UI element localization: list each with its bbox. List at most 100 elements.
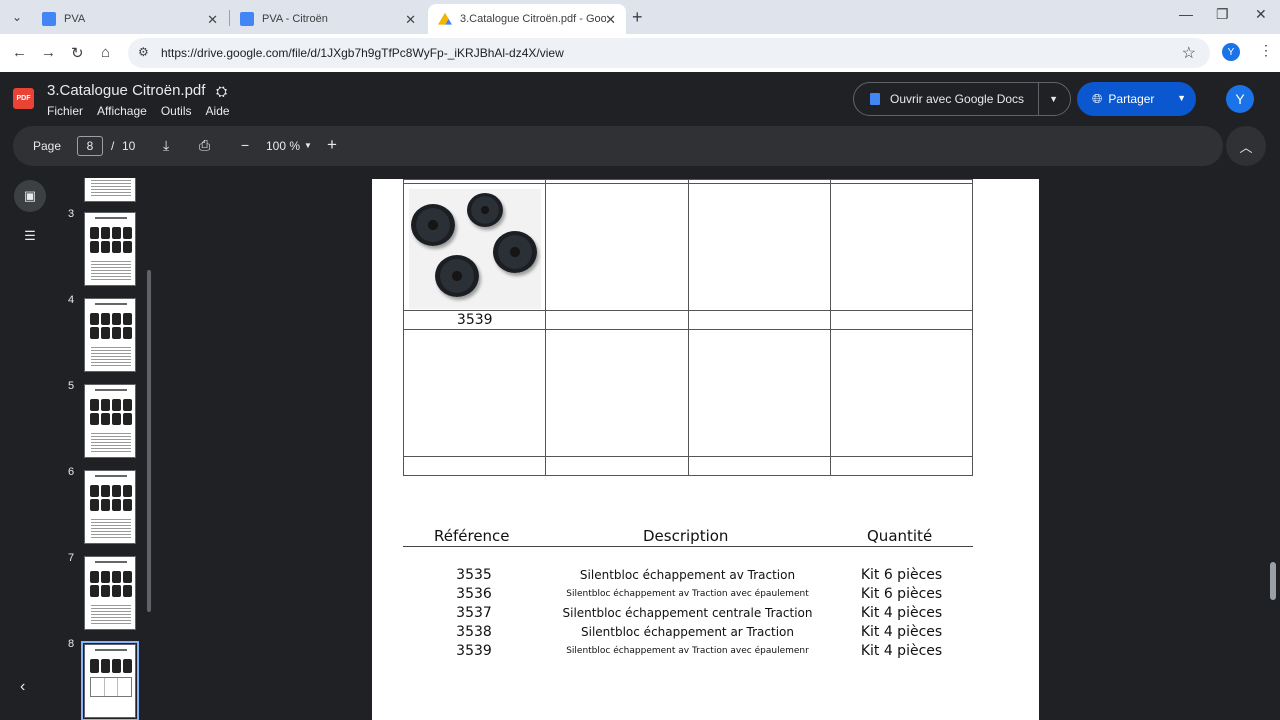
new-tab-icon[interactable]: + (632, 7, 643, 28)
page-thumbnail[interactable] (84, 384, 136, 458)
minimize-icon[interactable]: — (1179, 6, 1193, 22)
menu-fichier[interactable]: Fichier (47, 104, 83, 118)
reference-table: Référence Description Quantité 3535 Sile… (403, 527, 973, 660)
header-quantite: Quantité (867, 527, 933, 545)
url-text[interactable]: https://drive.google.com/file/d/1JXgb7h9… (161, 46, 564, 60)
thumbnail-number: 5 (68, 380, 75, 392)
zoom-level[interactable]: 100 % (266, 139, 300, 153)
google-drive-icon (438, 12, 452, 25)
zoom-dropdown-icon[interactable]: ▼ (304, 141, 312, 150)
open-with-dropdown-icon[interactable]: ▼ (1049, 94, 1058, 104)
row-qty: Kit 6 pièces (860, 567, 943, 583)
row-ref: 3538 (456, 624, 492, 640)
site-info-icon[interactable]: ⚙ (138, 45, 149, 59)
menu-affichage[interactable]: Affichage (97, 104, 147, 118)
share-button[interactable]: 🌐︎ Partager ▼ (1077, 82, 1196, 116)
menu-aide[interactable]: Aide (206, 104, 230, 118)
share-dropdown-icon[interactable]: ▼ (1177, 93, 1186, 103)
open-with-docs-button[interactable]: Ouvrir avec Google Docs ▼ (853, 82, 1071, 116)
grid-cell (545, 183, 689, 311)
page-label: Page (33, 139, 62, 153)
page-thumbnail[interactable] (84, 178, 136, 202)
page-thumbnail[interactable] (84, 556, 136, 630)
row-qty: Kit 4 pièces (860, 605, 943, 621)
menu-outils[interactable]: Outils (161, 104, 192, 118)
page-thumbnail-current[interactable] (81, 641, 139, 720)
grid-ref (545, 310, 689, 330)
document-scrollbar[interactable] (1270, 562, 1276, 600)
restore-icon[interactable]: ❐ (1216, 6, 1229, 23)
row-ref: 3536 (456, 586, 492, 602)
tab-search-chevron-icon[interactable]: ⌄ (6, 6, 28, 28)
viewer-header: PDF 3.Catalogue Citroën.pdf ⛭ Fichier Af… (0, 72, 1280, 126)
print-icon[interactable]: ⎙ (199, 137, 210, 154)
thumbnail-scrollbar[interactable] (147, 270, 151, 612)
tab-title: PVA - Citroën (262, 13, 328, 25)
table-row: 3535 Silentbloc échappement av Traction … (403, 565, 973, 584)
thumbnail-number: 7 (68, 552, 75, 564)
forward-icon[interactable]: → (41, 44, 56, 61)
share-label: Partager (1108, 92, 1155, 106)
thumbnail-number: 4 (68, 294, 75, 306)
row-desc: Silentbloc échappement av Traction (579, 568, 796, 582)
tab-pva-citroen[interactable]: PVA - Citroën ✕ (230, 4, 426, 34)
grid-cell (687, 329, 831, 457)
thumbnail-panel: 3 4 5 6 7 8 (60, 178, 155, 720)
bookmark-star-icon[interactable]: ☆ (1182, 43, 1196, 63)
page-number-input[interactable]: 8 (77, 136, 103, 156)
zoom-in-icon[interactable]: + (327, 135, 337, 155)
thumbnail-number: 8 (68, 638, 75, 650)
user-avatar[interactable]: Y (1226, 85, 1254, 113)
row-desc: Silentbloc échappement centrale Traction (562, 606, 813, 620)
header-reference: Référence (434, 527, 510, 545)
outline-view-icon[interactable]: ☰ (14, 220, 46, 252)
globe-icon: 🌐︎ (1092, 91, 1103, 106)
row-desc: Silentbloc échappement av Traction avec … (566, 589, 809, 599)
thumbnails-view-icon[interactable]: ▣ (14, 180, 46, 212)
thumbnail-number: 3 (68, 208, 75, 220)
page-thumbnail[interactable] (84, 470, 136, 544)
open-with-docs-label: Ouvrir avec Google Docs (890, 92, 1025, 106)
grid-ref (687, 310, 831, 330)
row-qty: Kit 6 pièces (860, 586, 943, 602)
close-tab-icon[interactable]: ✕ (605, 12, 616, 28)
pdf-page: 3539 Référence Description Quantité 3535… (372, 179, 1039, 720)
tab-catalogue-pdf[interactable]: 3.Catalogue Citroën.pdf - Goog ✕ (428, 4, 626, 34)
reload-icon[interactable]: ↻ (71, 44, 84, 62)
add-shortcut-icon[interactable]: ⛭ (216, 83, 227, 100)
row-qty: Kit 4 pièces (860, 624, 943, 640)
collapse-sidebar-icon[interactable]: ‹ (20, 678, 25, 696)
zoom-out-icon[interactable]: − (241, 137, 249, 153)
header-description: Description (643, 527, 729, 545)
grid-cell (402, 183, 547, 311)
row-qty: Kit 4 pièces (860, 643, 943, 659)
grid-cell (402, 329, 547, 457)
table-row: 3537 Silentbloc échappement centrale Tra… (403, 603, 973, 622)
browser-menu-icon[interactable]: ⋮ (1259, 42, 1273, 59)
grid-cell (545, 329, 689, 457)
row-ref: 3539 (456, 643, 492, 659)
tab-title: PVA (64, 13, 86, 25)
reference-table-header: Référence Description Quantité (403, 527, 973, 547)
collapse-toolbar-icon[interactable]: ︿ (1226, 126, 1266, 166)
grid-cell (829, 183, 974, 311)
page-thumbnail[interactable] (84, 212, 136, 286)
page-thumbnail[interactable] (84, 298, 136, 372)
address-bar[interactable]: ⚙ https://drive.google.com/file/d/1JXgb7… (128, 38, 1210, 68)
google-docs-icon (870, 93, 880, 105)
download-icon[interactable]: ⤓ (163, 137, 169, 154)
row-desc: Silentbloc échappement av Traction avec … (566, 646, 809, 656)
pva-favicon-icon (42, 12, 56, 26)
back-icon[interactable]: ← (12, 44, 27, 61)
pdf-file-icon: PDF (13, 88, 34, 109)
tab-title: 3.Catalogue Citroën.pdf - Goog (460, 13, 606, 25)
home-icon[interactable]: ⌂ (101, 44, 110, 61)
tab-pva[interactable]: PVA ✕ (32, 4, 228, 34)
close-tab-icon[interactable]: ✕ (405, 12, 416, 28)
silentbloc-photo (408, 188, 541, 309)
close-tab-icon[interactable]: ✕ (207, 12, 218, 28)
total-pages: 10 (122, 139, 136, 153)
browser-profile-avatar[interactable]: Y (1222, 43, 1240, 61)
tab-strip: ⌄ PVA ✕ PVA - Citroën ✕ 3.Catalogue Citr… (0, 0, 1280, 34)
window-close-icon[interactable]: ✕ (1255, 6, 1267, 23)
